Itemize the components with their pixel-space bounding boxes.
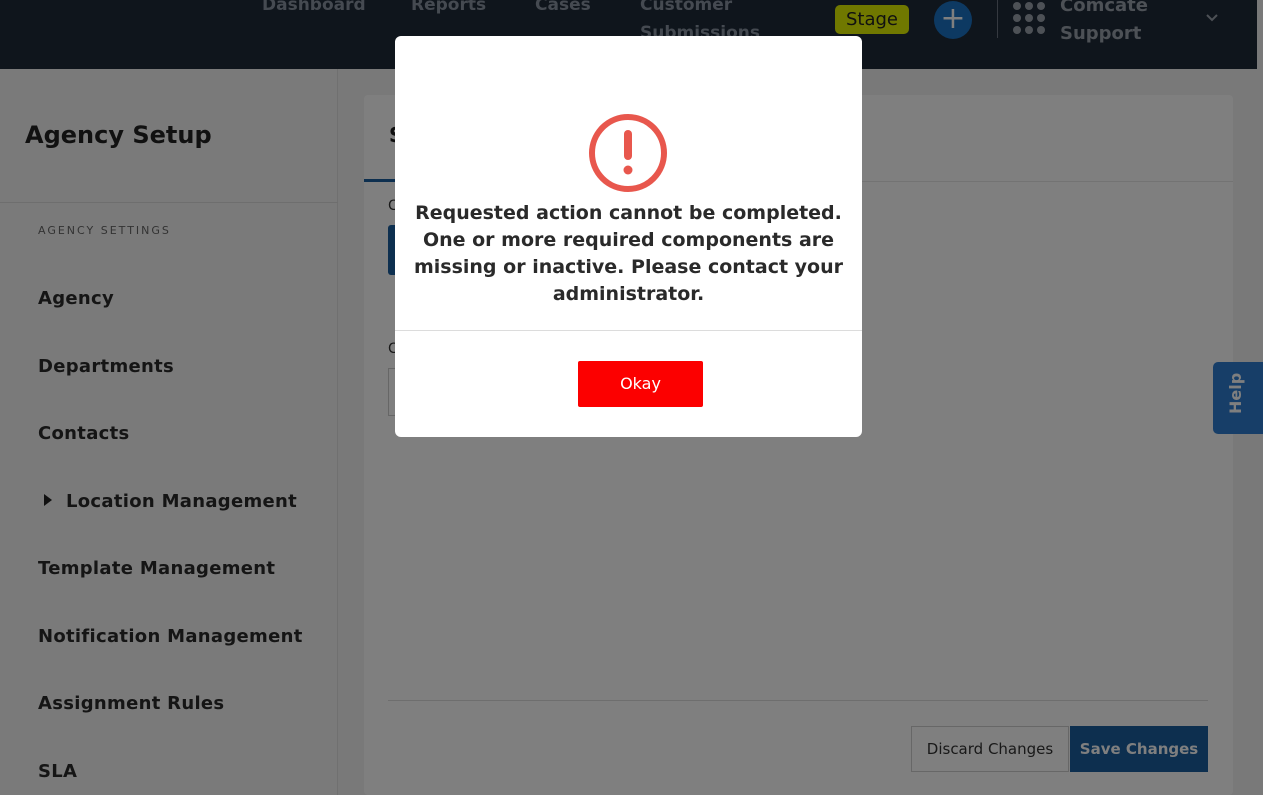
dialog-divider bbox=[395, 330, 862, 331]
okay-button[interactable]: Okay bbox=[578, 361, 703, 407]
dialog-message: Requested action cannot be completed. On… bbox=[413, 202, 844, 305]
alert-circle-icon bbox=[589, 114, 667, 192]
error-dialog: Requested action cannot be completed. On… bbox=[395, 36, 862, 437]
